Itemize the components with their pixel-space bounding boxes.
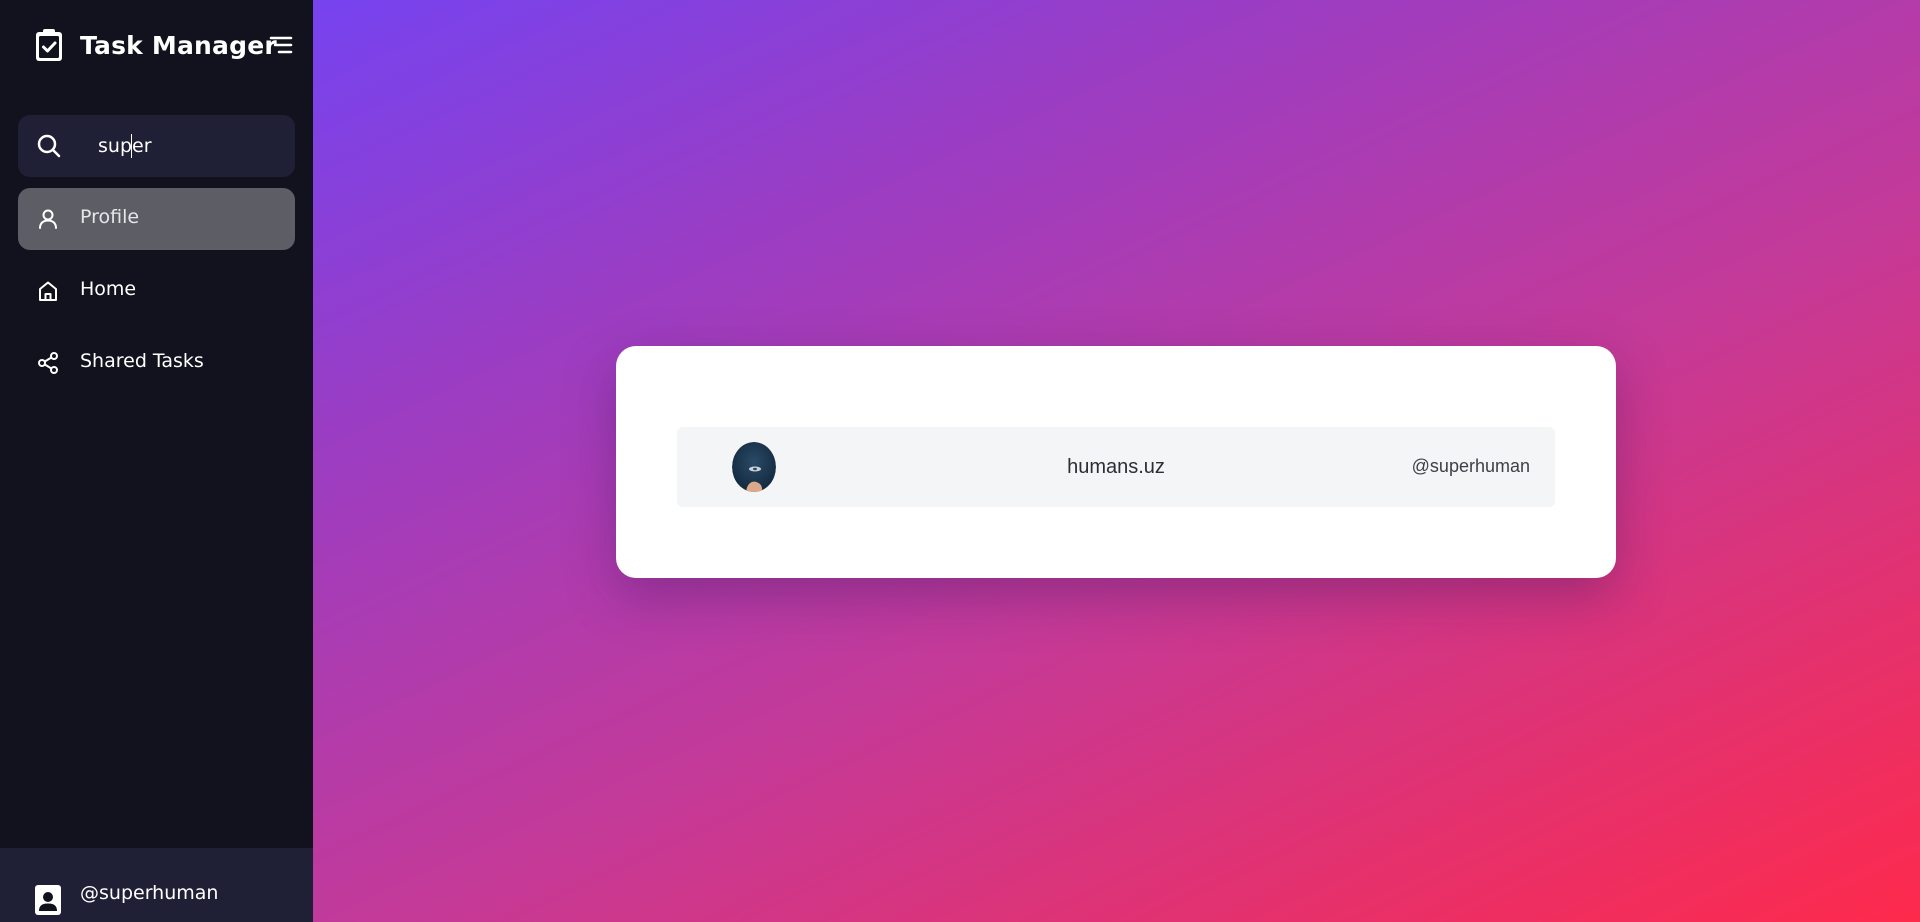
app-title: Task Manager — [80, 30, 277, 60]
contact-card-icon — [34, 884, 62, 916]
home-icon — [36, 279, 60, 303]
search-result-row[interactable]: humans.uz @superhuman — [677, 427, 1555, 507]
current-user-bar[interactable]: @superhuman — [0, 848, 313, 922]
sidebar-item-shared-tasks[interactable]: Shared Tasks — [18, 332, 295, 394]
sidebar-item-label: Shared Tasks — [80, 350, 204, 372]
search-box — [18, 115, 295, 177]
sidebar-item-label: Home — [80, 278, 137, 300]
result-handle: @superhuman — [1411, 456, 1530, 476]
text-caret — [131, 134, 132, 158]
search-input[interactable] — [98, 129, 283, 163]
sidebar-item-home[interactable]: Home — [18, 260, 295, 322]
search-results-card: humans.uz @superhuman — [616, 346, 1616, 578]
sidebar: Task Manager Profile — [0, 0, 313, 922]
brand: Task Manager — [34, 28, 277, 62]
clipboard-check-icon — [34, 28, 64, 62]
menu-lines-icon — [268, 34, 294, 56]
sidebar-item-label: Profile — [80, 206, 140, 228]
avatar — [732, 442, 776, 492]
sidebar-item-profile[interactable]: Profile — [18, 188, 295, 250]
search-icon — [36, 133, 62, 159]
current-user-handle: @superhuman — [80, 882, 219, 904]
menu-toggle-button[interactable] — [268, 34, 294, 56]
share-icon — [36, 351, 60, 375]
user-icon — [36, 207, 60, 231]
